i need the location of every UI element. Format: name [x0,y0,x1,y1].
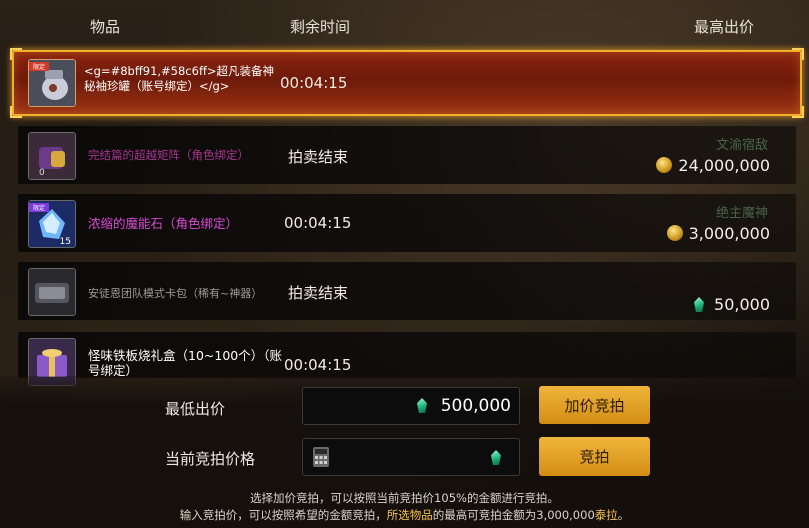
item-name: 浓缩的魔能石（角色绑定） [88,216,239,231]
current-bid-label: 当前竞拍价格 [165,450,256,468]
frame-corner [10,48,22,60]
bid-button[interactable]: 竞拍 [539,437,650,476]
column-header-remaining-time: 剩余时间 [290,18,351,36]
gold-coin-icon [666,225,683,241]
item-name: 怪味铁板烧礼盒（10~100个）（账号绑定） [88,348,282,378]
note-line-2: 输入竞拍价，可以按照希望的金额竞拍，所选物品的最高可竞拍金额为3,000,000… [179,508,630,522]
svg-text:0: 0 [39,168,45,178]
gem-icon [417,398,427,413]
auction-ended: 拍卖结束 [288,284,349,302]
bid-amount-input[interactable] [302,438,520,476]
auction-ended: 拍卖结束 [288,148,349,166]
gem-icon [491,450,501,465]
magic-stone-icon: 限定 15 [28,200,76,248]
column-header-item: 物品 [90,18,121,36]
remaining-time: 00:04:15 [280,74,348,92]
item-name: <g=#8bff91,#58c6ff>超凡装备神秘袖珍罐（账号绑定）</g> [84,64,275,93]
card-pack-icon [28,268,76,316]
table-header: 物品 剩余时间 最高出价 [0,0,809,46]
svg-text:15: 15 [60,237,71,247]
item-name: 安徒恩团队模式卡包（稀有~神器） [88,287,263,300]
matrix-bag-icon: 0 [28,132,76,180]
min-bid-display: 500,000 [302,387,520,425]
frame-corner [792,48,804,60]
note-line-1: 选择加价竞拍，可以按照当前竞拍价105%的金额进行竞拍。 [250,491,559,505]
auction-row-selected[interactable]: 限定 <g=#8bff91,#58c6ff>超凡装备神秘袖珍罐（账号绑定）</g… [10,48,804,118]
svg-text:限定: 限定 [33,204,45,212]
mystery-jar-icon: 限定 [28,59,76,107]
auction-row[interactable]: 安徒恩团队模式卡包（稀有~神器） 拍卖结束 50,000 [18,262,796,320]
frame-corner [792,106,804,118]
svg-text:限定: 限定 [33,63,45,71]
calculator-icon[interactable] [312,446,330,468]
column-header-highest-bid: 最高出价 [694,18,755,36]
highest-bidder: 文渝宿敌 [715,138,768,153]
item-name: 完结篇的超越矩阵（角色绑定） [88,148,249,162]
min-bid-label: 最低出价 [165,400,226,418]
highest-bid: 24,000,000 [656,156,770,175]
auction-row[interactable]: 0 完结篇的超越矩阵（角色绑定） 拍卖结束 文渝宿敌 24,000,000 [18,126,796,184]
auction-row[interactable]: 限定 15 浓缩的魔能石（角色绑定） 00:04:15 绝主魔神 3,000,0… [18,194,796,252]
auction-row[interactable]: 怪味铁板烧礼盒（10~100个）（账号绑定） 00:04:15 [18,332,796,386]
frame-corner [10,106,22,118]
remaining-time: 00:04:15 [284,214,352,232]
raise-bid-button[interactable]: 加价竞拍 [539,386,650,424]
remaining-time: 00:04:15 [284,356,352,374]
highest-bidder: 绝主魔神 [715,206,768,221]
gold-coin-icon [656,157,673,173]
gem-icon [694,297,705,312]
highest-bid: 3,000,000 [666,224,770,243]
highest-bid: 50,000 [694,295,770,314]
